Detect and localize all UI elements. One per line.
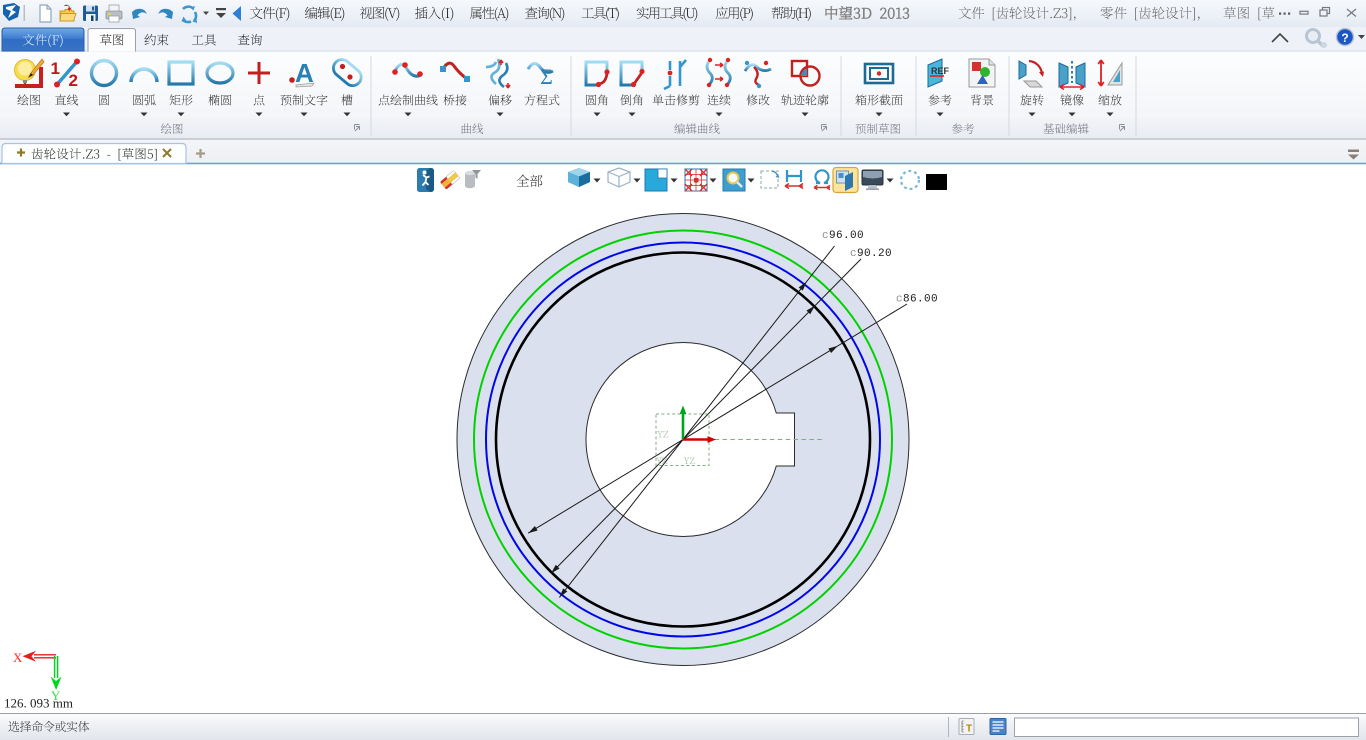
svg-text:1: 1 (51, 59, 60, 78)
svg-text:?: ? (1341, 31, 1348, 45)
svg-text:T: T (966, 724, 972, 735)
svg-text:X: X (13, 650, 23, 665)
svg-text:REF: REF (931, 66, 950, 76)
svg-text:c90.20: c90.20 (850, 248, 892, 260)
svg-text:Σ: Σ (540, 64, 553, 89)
svg-text:c86.00: c86.00 (896, 294, 938, 306)
svg-text:2: 2 (69, 71, 78, 90)
svg-text:126. 093 mm: 126. 093 mm (4, 696, 73, 711)
svg-text:c96.00: c96.00 (822, 230, 864, 242)
